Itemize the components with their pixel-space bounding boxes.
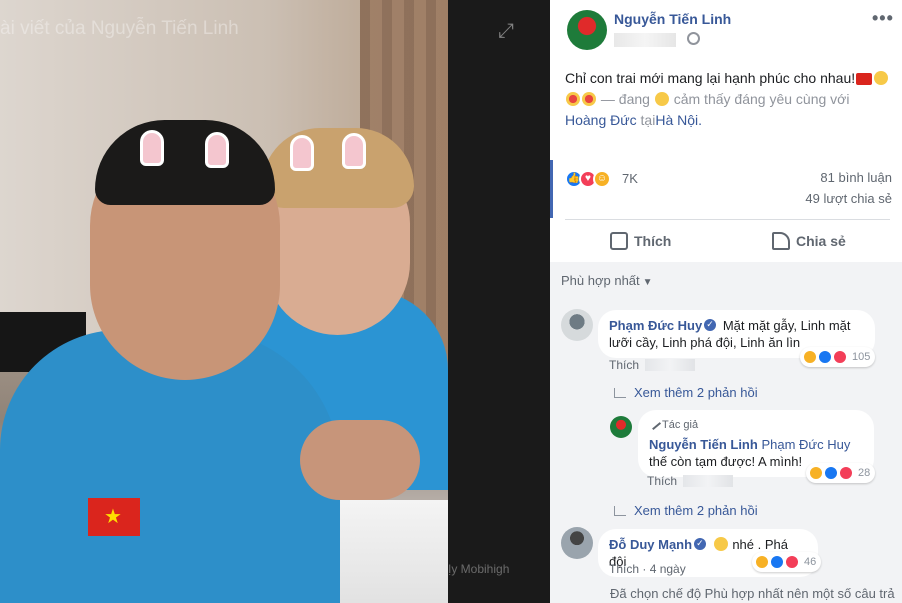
bunny-ear-left-two (290, 135, 314, 171)
author-tag-label: Tác giả (662, 419, 699, 431)
love-reaction-icon (785, 555, 799, 569)
commenter-name[interactable]: Đỗ Duy Mạnh (609, 537, 692, 552)
reply-reactions[interactable]: 28 (806, 463, 876, 483)
haha-reaction-icon: ☺ (593, 170, 611, 188)
photo-overlay-title: ài viết của Nguyễn Tiến Linh (0, 18, 239, 39)
heart-eyes-emoji (566, 92, 580, 106)
vietnam-flag-emoji (856, 73, 873, 85)
divider (565, 219, 890, 220)
post-message: Chỉ con trai mới mang lại hạnh phúc cho … (565, 70, 856, 86)
post-text: Chỉ con trai mới mang lại hạnh phúc cho … (565, 68, 895, 131)
comment-time-blurred (645, 359, 696, 371)
comment-count[interactable]: 81 bình luận (820, 170, 892, 185)
expand-icon[interactable]: ⤢ (498, 20, 514, 43)
globe-icon[interactable] (687, 32, 700, 45)
comment-meta: Thích (609, 358, 696, 372)
bunny-ear-right-two (342, 133, 366, 169)
love-reaction-icon (839, 466, 853, 480)
haha-reaction-icon (755, 555, 769, 569)
author-name[interactable]: Nguyễn Tiến Linh (614, 11, 731, 27)
comment-reaction-count: 105 (852, 351, 871, 363)
comment-like-link[interactable]: Thích (609, 562, 639, 576)
verified-icon (704, 316, 717, 333)
comment-reaction-count: 46 (804, 556, 817, 568)
feeling-text: cảm thấy đáng yêu cùng với (673, 91, 850, 107)
like-button[interactable]: Thích (610, 230, 671, 252)
comment-reactions[interactable]: 105 (800, 347, 876, 367)
location-link[interactable]: Hà Nội. (655, 112, 702, 128)
post-timestamp-blurred (614, 33, 676, 47)
reaction-count[interactable]: 7K (622, 171, 638, 186)
like-icon (610, 232, 628, 250)
reply-text: thế còn tạm được! A mình! (649, 454, 803, 469)
like-label: Thích (634, 233, 672, 249)
vietnam-flag-badge (88, 498, 140, 536)
sort-label: Phù hợp nhất (561, 273, 640, 288)
reply-author-name[interactable]: Nguyễn Tiến Linh (649, 437, 758, 452)
love-reaction-icon (833, 350, 847, 364)
comment-reactions[interactable]: 46 (752, 552, 822, 572)
view-more-replies-label: Xem thêm 2 phản hồi (634, 503, 758, 518)
share-button[interactable]: Chia sẻ (772, 230, 846, 252)
commenter-avatar[interactable] (561, 527, 593, 559)
more-icon[interactable]: ••• (872, 8, 894, 29)
reply-time-blurred (683, 475, 734, 487)
commenter-name[interactable]: Phạm Đức Huy (609, 318, 702, 333)
like-reaction-icon (824, 466, 838, 480)
reply-meta: Thích (647, 474, 734, 488)
like-reaction-icon (770, 555, 784, 569)
reply-like-link[interactable]: Thích (647, 474, 677, 488)
post-photo[interactable]: ài viết của Nguyễn Tiến Linh (0, 0, 448, 603)
chevron-down-icon: ▼ (642, 277, 653, 288)
photo-side-strip: ⤢ Ịy Mobihigh (448, 0, 550, 603)
person-two-hair (262, 128, 414, 208)
share-icon (772, 232, 790, 250)
feeling-prefix: — đang (600, 91, 650, 107)
location-prefix: tại (640, 112, 656, 128)
photo-hand (300, 420, 420, 500)
reply-mention[interactable]: Phạm Đức Huy (761, 437, 850, 452)
photo-watermark: Ịy Mobihigh (448, 562, 510, 576)
active-indicator (550, 160, 553, 218)
commenter-avatar[interactable] (561, 309, 593, 341)
tagged-user-link[interactable]: Hoàng Đức (565, 112, 637, 128)
haha-reaction-icon (803, 350, 817, 364)
reply-reaction-count: 28 (858, 467, 871, 479)
bunny-ear-right (205, 132, 229, 168)
grin-emoji (874, 71, 889, 85)
bunny-ear-left (140, 130, 164, 166)
comment-time: 4 ngày (649, 562, 686, 576)
view-more-replies-two[interactable]: Xem thêm 2 phản hồi (614, 503, 758, 518)
ranking-notice: Đã chọn chế độ Phù hợp nhất nên một số c… (610, 586, 895, 601)
reply-avatar[interactable] (610, 416, 632, 438)
heart-eyes-emoji (582, 92, 596, 106)
verified-icon (694, 535, 707, 552)
view-more-replies[interactable]: Xem thêm 2 phản hồi (614, 385, 758, 400)
view-more-replies-label: Xem thêm 2 phản hồi (634, 385, 758, 400)
author-tag: Tác giả (646, 415, 863, 434)
comment-meta: Thích · 4 ngày (609, 562, 686, 576)
pen-icon (646, 415, 662, 431)
like-reaction-icon (818, 350, 832, 364)
feeling-emoji (654, 92, 669, 106)
reply-arrow-icon (614, 387, 626, 398)
share-label: Chia sẻ (796, 233, 846, 249)
author-avatar[interactable] (567, 10, 607, 50)
haha-reaction-icon (809, 466, 823, 480)
reply-arrow-icon (614, 505, 626, 516)
comment-like-link[interactable]: Thích (609, 358, 639, 372)
victory-hand-emoji (713, 537, 728, 551)
share-count[interactable]: 49 lượt chia sẻ (805, 191, 892, 206)
sort-dropdown[interactable]: Phù hợp nhất ▼ (561, 273, 653, 288)
